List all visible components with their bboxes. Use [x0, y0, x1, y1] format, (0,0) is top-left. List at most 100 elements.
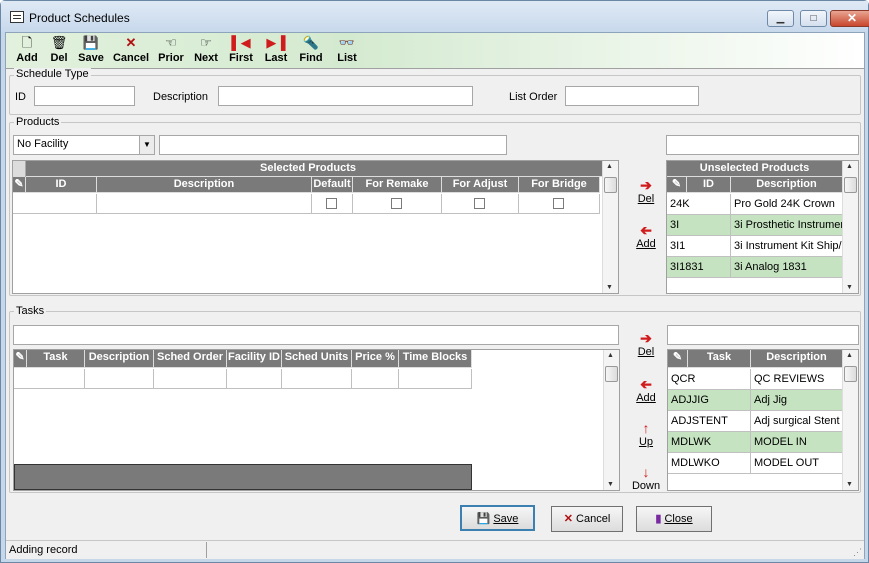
tasks-add-button[interactable]: ➔ Add — [631, 376, 661, 405]
unselected-products-scrollbar[interactable]: ▲ ▼ — [842, 161, 858, 293]
col-header-facility-id[interactable]: Facility ID — [227, 350, 282, 368]
table-row-task[interactable]: MDLWKO — [668, 453, 751, 474]
product-filter-input[interactable] — [159, 135, 507, 155]
new-row-time-blocks-cell[interactable] — [399, 369, 472, 389]
list-order-input[interactable] — [565, 86, 699, 106]
col-header-id[interactable]: ID — [26, 177, 97, 193]
table-row-task[interactable]: MDLWK — [668, 432, 751, 453]
col-header-description[interactable]: Description — [85, 350, 154, 368]
selected-tasks-grid[interactable]: ✎ Task Description Sched Order Facility … — [13, 349, 620, 491]
tasks-down-button[interactable]: ↓ Down — [631, 465, 661, 489]
scroll-thumb[interactable] — [844, 177, 857, 193]
unselected-task-filter-input[interactable] — [667, 325, 859, 345]
scroll-up-icon[interactable]: ▲ — [846, 352, 853, 359]
toolbar-find-button[interactable]: 🔦 Find — [294, 35, 328, 67]
for-remake-checkbox[interactable] — [391, 198, 402, 209]
col-header-description[interactable]: Description — [751, 350, 843, 368]
minimize-button[interactable]: ▁ — [767, 10, 794, 27]
toolbar-del-button[interactable]: 🗑 Del — [44, 35, 74, 67]
new-row-description-cell[interactable] — [85, 369, 154, 389]
table-row-description[interactable]: MODEL OUT — [751, 453, 843, 474]
table-row-description[interactable]: Adj Jig — [751, 390, 843, 411]
id-input[interactable] — [34, 86, 135, 106]
table-row-description[interactable]: MODEL IN — [751, 432, 843, 453]
tasks-del-button[interactable]: ➔ Del — [631, 331, 661, 359]
scroll-thumb[interactable] — [605, 366, 618, 382]
toolbar-first-button[interactable]: ▌◀ First — [224, 35, 258, 67]
col-header-id[interactable]: ID — [687, 177, 731, 193]
toolbar-cancel-button[interactable]: ✕ Cancel — [110, 35, 152, 67]
close-button[interactable]: ▮ Close — [636, 506, 712, 532]
col-header-task[interactable]: Task — [688, 350, 751, 368]
tasks-up-button[interactable]: ↑ Up — [631, 421, 661, 449]
for-bridge-checkbox[interactable] — [553, 198, 564, 209]
scroll-up-icon[interactable]: ▲ — [606, 163, 613, 170]
toolbar-add-button[interactable]: 🗋 Add — [10, 35, 44, 67]
maximize-button[interactable]: □ — [800, 10, 827, 27]
col-header-task[interactable]: Task — [27, 350, 85, 368]
col-header-description[interactable]: Description — [731, 177, 843, 193]
new-row-sched-units-cell[interactable] — [282, 369, 352, 389]
description-input[interactable] — [218, 86, 473, 106]
table-row-id[interactable]: 24K — [667, 194, 731, 215]
save-button[interactable]: 💾 Save — [460, 505, 535, 531]
selected-products-scrollbar[interactable]: ▲ ▼ — [602, 161, 618, 293]
unselected-tasks-grid[interactable]: ✎ Task Description QCR QC REVIEWS ADJJIG… — [667, 349, 859, 491]
new-row-facility-id-cell[interactable] — [227, 369, 282, 389]
selected-products-grid[interactable]: Selected Products ✎ ID Description Defau… — [12, 160, 619, 294]
table-row-description[interactable]: Pro Gold 24K Crown — [731, 194, 843, 215]
default-checkbox[interactable] — [326, 198, 337, 209]
col-header-for-remake[interactable]: For Remake — [353, 177, 442, 193]
scroll-down-icon[interactable]: ▼ — [606, 284, 613, 291]
scroll-down-icon[interactable]: ▼ — [846, 284, 853, 291]
toolbar-prior-button[interactable]: ☜ Prior — [154, 35, 188, 67]
scroll-thumb[interactable] — [604, 177, 617, 193]
col-header-sched-order[interactable]: Sched Order — [154, 350, 227, 368]
new-row-price-cell[interactable] — [352, 369, 399, 389]
col-header-price-pct[interactable]: Price % — [352, 350, 399, 368]
table-row-id[interactable]: 3I1831 — [667, 257, 731, 278]
scroll-thumb[interactable] — [844, 366, 857, 382]
table-row-description[interactable]: 3i Prosthetic Instrument — [731, 215, 843, 236]
col-header-description[interactable]: Description — [97, 177, 312, 193]
toolbar-next-button[interactable]: ☞ Next — [190, 35, 222, 67]
scroll-down-icon[interactable]: ▼ — [846, 481, 853, 488]
new-row-description-cell[interactable] — [97, 194, 312, 214]
new-row-id-cell[interactable] — [13, 194, 97, 214]
close-window-button[interactable]: ✕ — [830, 10, 869, 27]
table-row-description[interactable]: 3i Analog 1831 — [731, 257, 843, 278]
toolbar-last-button[interactable]: ▶▐ Last — [260, 35, 292, 67]
table-row-description[interactable]: 3i Instrument Kit Ship/Rec — [731, 236, 843, 257]
chevron-down-icon[interactable]: ▼ — [139, 136, 154, 154]
unselected-product-filter-input[interactable] — [666, 135, 859, 155]
table-row-id[interactable]: 3I — [667, 215, 731, 236]
table-row-description[interactable]: QC REVIEWS — [751, 369, 843, 390]
new-row-sched-order-cell[interactable] — [154, 369, 227, 389]
for-adjust-checkbox[interactable] — [474, 198, 485, 209]
cancel-button[interactable]: ✕ Cancel — [551, 506, 623, 532]
table-row-task[interactable]: ADJJIG — [668, 390, 751, 411]
task-filter-input[interactable] — [13, 325, 619, 345]
resize-grip-icon[interactable]: ⋰ — [853, 547, 862, 558]
col-header-for-bridge[interactable]: For Bridge — [519, 177, 600, 193]
col-header-time-blocks[interactable]: Time Blocks — [399, 350, 472, 368]
unselected-products-grid[interactable]: Unselected Products ✎ ID Description 24K… — [666, 160, 859, 294]
table-row-id[interactable]: 3I1 — [667, 236, 731, 257]
facility-select[interactable]: No Facility ▼ — [13, 135, 155, 155]
scroll-up-icon[interactable]: ▲ — [846, 163, 853, 170]
col-header-sched-units[interactable]: Sched Units — [282, 350, 352, 368]
table-row-description[interactable]: Adj surgical Stent — [751, 411, 843, 432]
products-add-button[interactable]: ➔ Add — [631, 222, 661, 251]
selected-tasks-scrollbar[interactable]: ▲ ▼ — [603, 350, 619, 490]
scroll-down-icon[interactable]: ▼ — [607, 481, 614, 488]
products-del-button[interactable]: ➔ Del — [631, 178, 661, 206]
toolbar-save-button[interactable]: 💾 Save — [74, 35, 108, 67]
col-header-default[interactable]: Default — [312, 177, 353, 193]
table-row-task[interactable]: ADJSTENT — [668, 411, 751, 432]
scroll-up-icon[interactable]: ▲ — [607, 352, 614, 359]
new-row-task-cell[interactable] — [14, 369, 85, 389]
table-row-task[interactable]: QCR — [668, 369, 751, 390]
unselected-tasks-scrollbar[interactable]: ▲ ▼ — [842, 350, 858, 490]
toolbar-list-button[interactable]: 👓 List — [330, 35, 364, 67]
col-header-for-adjust[interactable]: For Adjust — [442, 177, 519, 193]
